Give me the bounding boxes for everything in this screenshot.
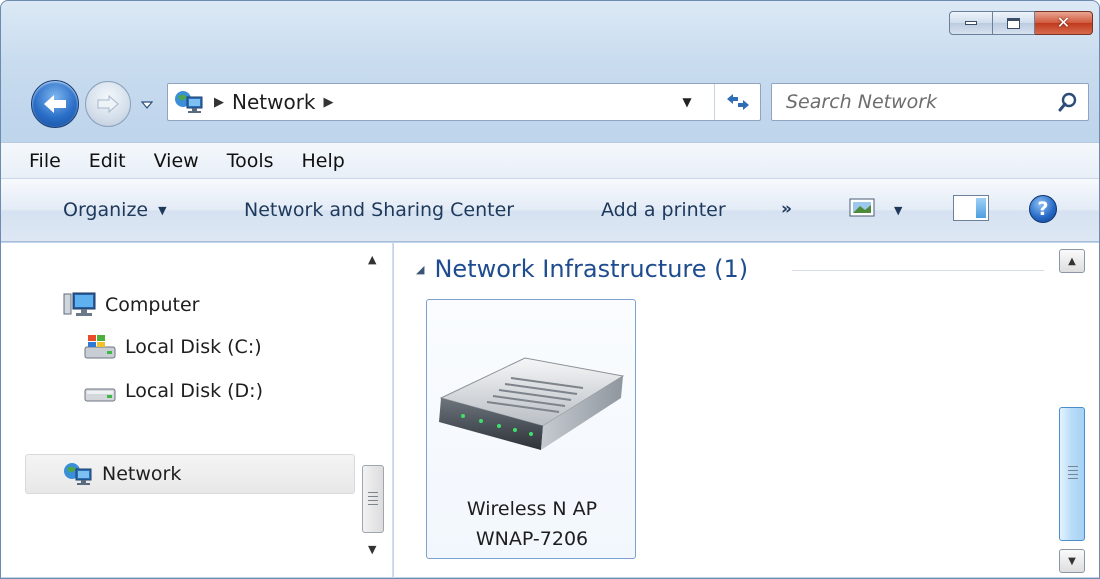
view-options-dropdown[interactable]: ▼ [894,204,902,217]
maximize-icon [1007,17,1020,29]
forward-arrow-icon [97,94,119,114]
nav-item-label: Local Disk (C:) [125,336,262,358]
command-bar: Organize ▼ Network and Sharing Center Ad… [1,179,1099,242]
network-icon [172,85,206,119]
forward-button[interactable] [85,81,131,127]
network-icon [64,463,92,485]
close-icon: ✕ [1056,13,1071,32]
close-button[interactable]: ✕ [1035,11,1093,35]
group-divider [792,270,1044,271]
scroll-down-icon[interactable]: ▼ [368,543,376,556]
scroll-up-icon[interactable]: ▲ [368,253,376,266]
network-sharing-center-button[interactable]: Network and Sharing Center [244,199,514,221]
search-box[interactable] [771,83,1089,121]
organize-label: Organize [63,199,149,221]
nav-item-network[interactable]: Network [25,454,355,494]
computer-icon [63,292,96,316]
chevron-down-icon: ▼ [682,95,692,109]
hard-drive-icon [84,388,116,402]
back-button[interactable] [31,80,79,128]
scroll-up-button[interactable]: ▲ [1059,249,1085,273]
nav-item-computer[interactable]: Computer [63,291,199,319]
breadcrumb-network[interactable]: Network [232,90,316,114]
file-list-area: ◢ Network Infrastructure (1) Wireless N … [394,243,1099,578]
nav-item-local-disk-d[interactable]: Local Disk (D:) [83,377,263,405]
scroll-down-button[interactable]: ▼ [1059,549,1085,573]
help-icon: ? [1037,198,1049,220]
menu-help[interactable]: Help [288,146,359,176]
scroll-down-icon: ▼ [1068,555,1076,567]
minimize-button[interactable] [949,11,993,35]
add-printer-label: Add a printer [601,199,726,221]
help-button[interactable]: ? [1029,195,1057,223]
caption-buttons: ✕ [949,11,1093,35]
nav-item-local-disk-c[interactable]: Local Disk (C:) [83,333,262,361]
navigation-pane-scrollbar[interactable]: ▲ ▼ [360,243,388,578]
scroll-up-icon: ▲ [1068,255,1076,267]
search-input[interactable] [786,91,1034,113]
network-sharing-label: Network and Sharing Center [244,199,515,221]
group-header[interactable]: ◢ Network Infrastructure (1) [416,255,748,283]
collapse-triangle-icon[interactable]: ◢ [416,263,424,276]
back-arrow-icon [44,95,66,113]
change-view-button[interactable] [849,197,877,223]
breadcrumb-separator[interactable]: ▶ [214,95,224,110]
group-title: Network Infrastructure (1) [434,255,749,283]
menu-bar: File Edit View Tools Help [1,142,1099,179]
view-icon [849,198,875,217]
address-bar[interactable]: ▶ Network ▶ ▼ [167,83,761,121]
scrollbar-thumb[interactable] [362,465,384,533]
nav-item-label: Local Disk (D:) [125,380,263,402]
maximize-button[interactable] [993,11,1035,35]
refresh-icon [726,94,749,110]
scrollbar-thumb[interactable] [1059,407,1085,541]
nav-item-label: Computer [105,294,200,316]
organize-button[interactable]: Organize ▼ [63,199,167,221]
search-icon[interactable] [1058,92,1078,112]
menu-view[interactable]: View [140,146,213,176]
navigation-pane: Computer Local Disk (C:) Local Disk (D:) [1,243,393,578]
menu-file[interactable]: File [17,146,75,176]
device-tile[interactable]: Wireless N AP WNAP-7206 [426,299,636,559]
minimize-icon [965,21,977,25]
preview-pane-button[interactable] [953,195,989,221]
refresh-button[interactable] [714,84,760,120]
menu-edit[interactable]: Edit [75,146,140,176]
windows-drive-icon [84,335,116,359]
add-printer-button[interactable]: Add a printer [601,199,726,221]
device-name-line2: WNAP-7206 [475,528,589,550]
address-history-dropdown[interactable]: ▼ [672,84,702,120]
explorer-window: ✕ ▶ Network ▶ ▼ Search Network File Edit… [0,0,1100,579]
chevron-down-icon: ▼ [158,203,167,217]
router-icon [439,357,625,450]
chevron-down-icon [141,101,153,109]
more-commands-button[interactable]: » [781,199,792,219]
device-name-line1: Wireless N AP [466,498,598,520]
content-scrollbar[interactable]: ▲ ▼ [1057,243,1089,578]
recent-pages-dropdown[interactable] [137,97,157,113]
breadcrumb-separator[interactable]: ▶ [324,95,334,110]
menu-tools[interactable]: Tools [213,146,288,176]
nav-item-label: Network [102,463,182,485]
